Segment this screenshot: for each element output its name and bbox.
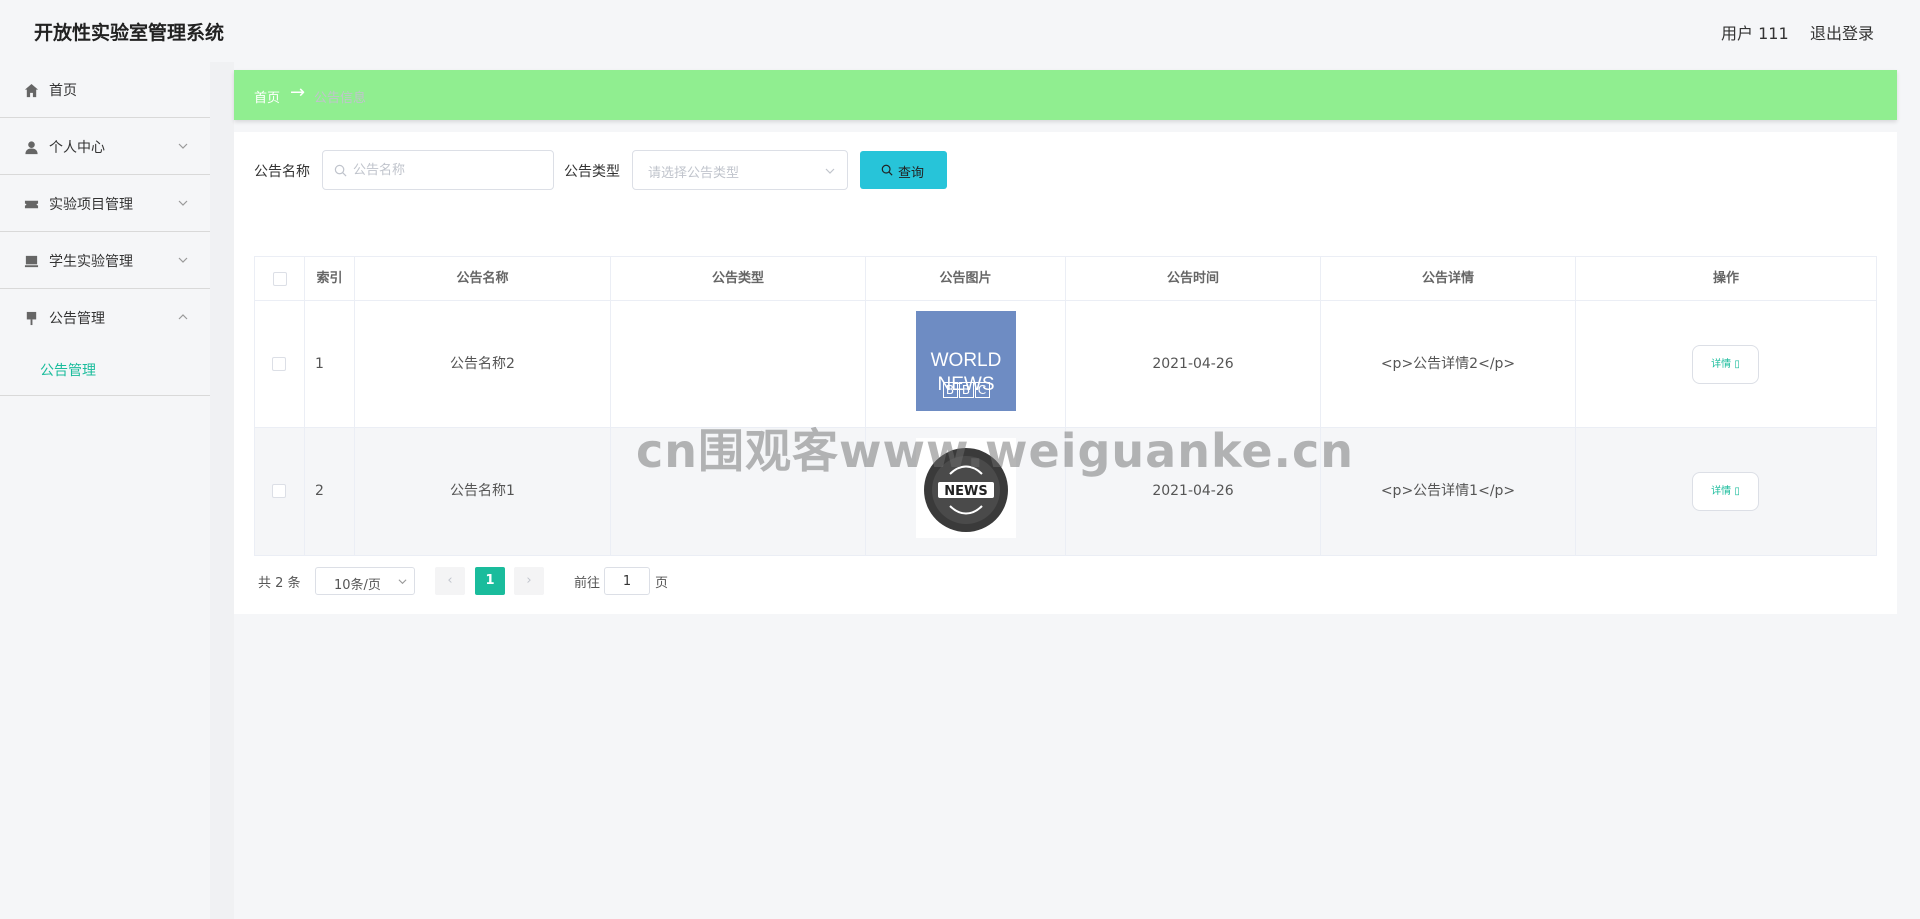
type-filter-placeholder: 请选择公告类型 [648,166,740,181]
bbc-logo-blocks: BBC [940,327,992,398]
breadcrumb-home[interactable]: 首页 [254,87,280,106]
ticket-icon [24,200,39,209]
sidebar-item-label: 学生实验管理 [49,254,133,270]
search-icon [881,164,893,176]
image-cell: BBC WORLD NEWS [866,301,1066,428]
user-label: 用户 111 [1721,24,1789,43]
row-select-cell [255,428,305,555]
detail-button[interactable]: 详情 ▯ [1692,472,1759,511]
name-filter-label: 公告名称 [254,164,310,180]
chevron-up-icon [178,314,188,320]
time-cell: 2021-04-26 [1066,301,1321,428]
top-header: 开放性实验室管理系统 用户 111 退出登录 [0,0,1920,62]
sidebar-item-announcements[interactable]: 公告管理 [0,290,210,346]
detail-button-label: 详情 [1711,359,1732,370]
name-filter-box [322,150,554,190]
sidebar-item-home[interactable]: 首页 [0,62,210,118]
search-icon [334,164,347,177]
prev-page-button[interactable]: ‹ [435,567,465,595]
index-cell: 2 [305,428,355,555]
sidebar-item-experiment-projects[interactable]: 实验项目管理 [0,176,210,232]
column-header: 索引 [305,257,355,301]
column-header: 公告详情 [1321,257,1576,301]
document-icon: ▯ [1734,486,1740,497]
page-unit-label: 页 [655,576,669,591]
home-icon [24,83,39,98]
news-caption: NEWS [944,484,987,499]
name-filter-input[interactable] [353,151,548,189]
table-row: 1 公告名称2 BBC WORLD NEWS 2021-04-26 <p>公告详情… [255,301,1876,428]
main-card: 公告名称 公告类型 请选择公告类型 查询 索引 公告名称 公告类型 公告图片 公… [234,132,1897,614]
chevron-down-icon [178,143,188,149]
detail-button[interactable]: 详情 ▯ [1692,345,1759,384]
chevron-down-icon [178,200,188,206]
sidebar-submenu: 公告管理 [0,346,210,396]
detail-cell: <p>公告详情2</p> [1321,301,1576,428]
name-cell: 公告名称1 [355,428,611,555]
breadcrumb: 首页 → 公告信息 [234,70,1897,120]
bbc-caption: WORLD NEWS [930,350,1002,395]
row-checkbox[interactable] [272,357,286,371]
page-number-button[interactable]: 1 [475,567,505,595]
sidebar-item-label: 个人中心 [49,140,105,156]
box-icon [24,255,39,268]
select-all-checkbox[interactable] [273,272,287,286]
row-checkbox[interactable] [272,484,286,498]
row-select-cell [255,301,305,428]
column-header: 公告图片 [866,257,1066,301]
page-size-select[interactable]: 10条/页 [315,567,415,595]
type-filter-select[interactable]: 请选择公告类型 [632,150,848,190]
column-header: 操作 [1576,257,1876,301]
logout-link[interactable]: 退出登录 [1810,20,1874,44]
announcements-table: 索引 公告名称 公告类型 公告图片 公告时间 公告详情 操作 1 公告名称2 B… [254,256,1877,556]
bbc-world-news-image: BBC WORLD NEWS [916,311,1016,411]
sidebar-item-student-experiments[interactable]: 学生实验管理 [0,233,210,289]
pin-icon [26,311,37,326]
action-cell: 详情 ▯ [1576,428,1876,555]
sidebar-item-label: 公告管理 [49,311,105,327]
page-size-value: 10条/页 [334,578,381,593]
sidebar-item-label: 实验项目管理 [49,197,133,213]
sidebar-item-profile[interactable]: 个人中心 [0,119,210,175]
goto-page-input[interactable] [604,567,650,595]
detail-button-label: 详情 [1711,486,1732,497]
name-cell: 公告名称2 [355,301,611,428]
watermark: cn围观客www.weiguanke.cn [636,424,1355,478]
select-all-header [255,257,305,301]
action-cell: 详情 ▯ [1576,301,1876,428]
index-cell: 1 [305,301,355,428]
chevron-down-icon [825,168,835,174]
sidebar: 首页 个人中心 实验项目管理 学生实验管理 公告管理 公告管理 [0,62,210,919]
detail-cell: <p>公告详情1</p> [1321,428,1576,555]
chevron-down-icon [398,579,407,585]
submenu-item-announcement-management[interactable]: 公告管理 [40,360,96,380]
breadcrumb-current: 公告信息 [314,91,367,106]
app-title: 开放性实验室管理系统 [34,22,225,44]
chevron-down-icon [178,257,188,263]
content-gutter [210,62,234,919]
chevron-left-icon: ‹ [447,573,453,588]
pagination-total: 共 2 条 [258,576,301,591]
search-button[interactable]: 查询 [860,151,947,189]
column-header: 公告名称 [355,257,611,301]
column-header: 公告时间 [1066,257,1321,301]
document-icon: ▯ [1734,359,1740,370]
arrow-right-icon: → [290,82,306,103]
sidebar-item-label: 首页 [49,83,77,99]
goto-label: 前往 [574,576,601,591]
column-header: 公告类型 [611,257,866,301]
type-filter-label: 公告类型 [564,164,620,180]
next-page-button[interactable]: › [514,567,544,595]
type-cell [611,301,866,428]
search-button-label: 查询 [898,166,925,181]
user-icon [25,141,38,155]
chevron-right-icon: › [526,573,532,588]
